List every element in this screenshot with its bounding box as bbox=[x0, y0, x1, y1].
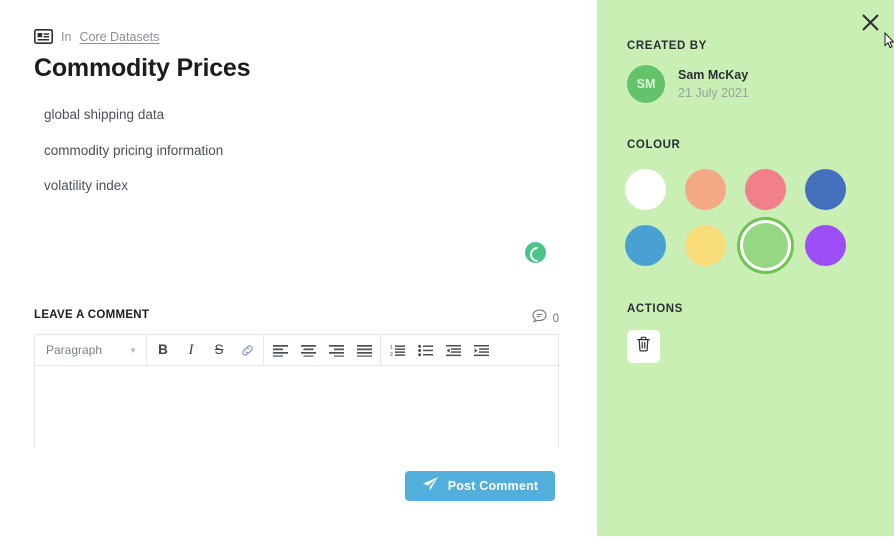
align-justify-button[interactable] bbox=[350, 336, 378, 365]
italic-button[interactable]: I bbox=[177, 336, 205, 365]
ordered-list-button[interactable]: 1 2 bbox=[383, 336, 411, 365]
card-view-icon bbox=[34, 29, 53, 44]
colour-swatch-grid bbox=[625, 161, 865, 273]
toolbar-group-inline: B I S bbox=[147, 335, 264, 365]
align-left-button[interactable] bbox=[266, 336, 294, 365]
strikethrough-button[interactable]: S bbox=[205, 336, 233, 365]
avatar: SM bbox=[627, 65, 665, 103]
creator-row: SM Sam McKay 21 July 2021 bbox=[627, 65, 749, 103]
colour-swatch-purple[interactable] bbox=[805, 224, 846, 266]
breadcrumb-link-core-datasets[interactable]: Core Datasets bbox=[79, 30, 159, 44]
dataset-detail-screen: In Core Datasets Commodity Prices global… bbox=[0, 0, 894, 540]
breadcrumb-prefix: In bbox=[61, 29, 72, 44]
comment-count: 0 bbox=[532, 309, 559, 328]
colour-swatch-white[interactable] bbox=[625, 168, 666, 210]
bullet-list-button[interactable] bbox=[411, 336, 439, 365]
link-button[interactable] bbox=[233, 336, 261, 365]
close-icon[interactable] bbox=[859, 11, 881, 33]
editor-toolbar: Paragraph ▼ B I S 1 2 bbox=[35, 335, 558, 366]
page-title: Commodity Prices bbox=[34, 54, 251, 82]
description-line: volatility index bbox=[44, 178, 129, 193]
colour-swatch-navy-blue[interactable] bbox=[805, 168, 846, 210]
main-content: In Core Datasets Commodity Prices global… bbox=[0, 0, 597, 540]
creator-info: Sam McKay 21 July 2021 bbox=[678, 66, 749, 102]
trash-icon bbox=[636, 336, 651, 357]
breadcrumb: In Core Datasets bbox=[34, 29, 159, 44]
svg-text:2: 2 bbox=[390, 352, 393, 357]
colour-swatch-yellow[interactable] bbox=[685, 224, 726, 266]
colour-swatch-green[interactable] bbox=[743, 222, 788, 268]
mouse-cursor bbox=[884, 31, 894, 49]
description-line: global shipping data bbox=[44, 107, 165, 122]
svg-text:1: 1 bbox=[390, 345, 393, 351]
created-by-title: CREATED BY bbox=[627, 40, 707, 52]
description-block: global shipping data commodity pricing i… bbox=[44, 108, 544, 215]
block-format-value: Paragraph bbox=[46, 343, 103, 357]
send-paper-plane-icon bbox=[422, 476, 439, 497]
creator-date: 21 July 2021 bbox=[678, 86, 749, 100]
delete-button[interactable] bbox=[627, 330, 660, 363]
comment-count-value: 0 bbox=[552, 312, 559, 325]
post-comment-button[interactable]: Post Comment bbox=[405, 471, 555, 501]
block-format-select[interactable]: Paragraph ▼ bbox=[35, 335, 147, 365]
comment-editor: Paragraph ▼ B I S 1 2 bbox=[34, 334, 559, 450]
colour-swatch-blue[interactable] bbox=[625, 224, 666, 266]
leave-a-comment-label: LEAVE A COMMENT bbox=[34, 309, 150, 321]
colour-swatch-orange[interactable] bbox=[685, 168, 726, 210]
comment-bubble-icon bbox=[532, 309, 547, 328]
align-center-button[interactable] bbox=[294, 336, 322, 365]
loading-spinner bbox=[525, 242, 546, 263]
chevron-down-icon: ▼ bbox=[129, 345, 137, 355]
colour-swatch-red[interactable] bbox=[745, 168, 786, 210]
comment-input[interactable] bbox=[35, 366, 558, 450]
bold-button[interactable]: B bbox=[149, 336, 177, 365]
creator-name: Sam McKay bbox=[678, 67, 749, 82]
post-comment-label: Post Comment bbox=[447, 479, 539, 493]
indent-button[interactable] bbox=[467, 336, 495, 365]
outdent-button[interactable] bbox=[439, 336, 467, 365]
comment-section-header: LEAVE A COMMENT 0 bbox=[34, 309, 559, 325]
colour-section-title: COLOUR bbox=[627, 139, 681, 151]
toolbar-group-list: 1 2 bbox=[381, 335, 497, 365]
align-right-button[interactable] bbox=[322, 336, 350, 365]
description-line: commodity pricing information bbox=[44, 142, 224, 158]
actions-section-title: ACTIONS bbox=[627, 303, 683, 315]
toolbar-group-align bbox=[264, 335, 381, 365]
